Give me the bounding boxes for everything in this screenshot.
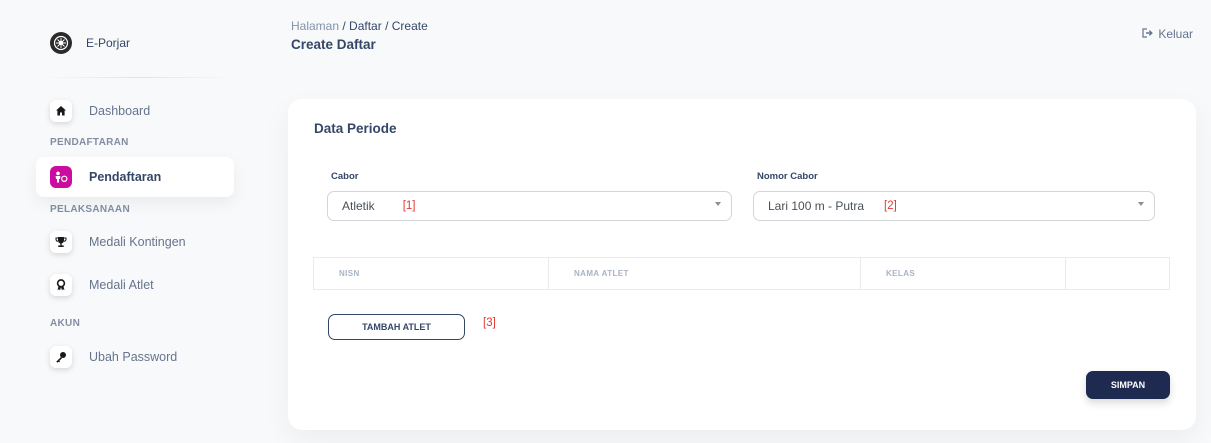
user-register-icon [50, 166, 72, 188]
add-athlete-button[interactable]: TAMBAH ATLET [328, 314, 465, 340]
sidebar-item-pendaftaran[interactable]: Pendaftaran [36, 157, 234, 197]
sidebar-item-medali-kontingen[interactable]: Medali Kontingen [36, 222, 234, 262]
logout-button[interactable]: Keluar [1142, 27, 1193, 41]
save-button[interactable]: SIMPAN [1086, 371, 1170, 399]
table-header-nisn: NISN [314, 258, 549, 289]
sidebar: E-Porjar Dashboard PENDAFTARAN Pendaftar… [0, 0, 250, 443]
table-header-kelas: KELAS [861, 258, 1066, 289]
athlete-table: NISN NAMA ATLET KELAS [313, 257, 1170, 290]
cabor-label: Cabor [331, 171, 359, 182]
breadcrumb-item-daftar[interactable]: Daftar [349, 19, 382, 33]
chevron-down-icon [1138, 202, 1144, 206]
logout-label: Keluar [1158, 27, 1193, 41]
nomor-cabor-label: Nomor Cabor [757, 171, 818, 182]
breadcrumb-separator: / [385, 19, 392, 33]
breadcrumb-item-halaman[interactable]: Halaman [291, 19, 339, 33]
trophy-icon [50, 231, 72, 253]
cabor-value: Atletik [342, 199, 375, 213]
marker-3: [3] [483, 317, 496, 329]
section-label-pelaksanaan: PELAKSANAAN [50, 204, 130, 215]
cabor-select[interactable]: Atletik [1] [327, 191, 732, 221]
brand[interactable]: E-Porjar [50, 30, 130, 56]
table-header-actions [1066, 258, 1169, 289]
nomor-cabor-select[interactable]: Lari 100 m - Putra [2] [753, 191, 1155, 221]
sidebar-item-label: Dashboard [89, 104, 151, 118]
brand-name: E-Porjar [86, 36, 131, 50]
emblem-icon [50, 32, 72, 54]
marker-1: [1] [402, 200, 416, 212]
medal-icon [50, 274, 72, 296]
sign-out-icon [1142, 27, 1154, 41]
sidebar-item-label: Medali Kontingen [89, 235, 186, 249]
divider [42, 77, 237, 78]
section-label-akun: AKUN [50, 318, 81, 329]
sidebar-item-ubah-password[interactable]: Ubah Password [36, 337, 234, 377]
marker-2: [2] [884, 200, 897, 212]
sidebar-item-dashboard[interactable]: Dashboard [36, 91, 234, 131]
sidebar-item-label: Medali Atlet [89, 278, 154, 292]
sidebar-item-label: Pendaftaran [89, 170, 162, 184]
sidebar-item-medali-atlet[interactable]: Medali Atlet [36, 265, 234, 305]
page-title: Create Daftar [291, 37, 376, 52]
breadcrumb-item-create: Create [391, 19, 428, 33]
table-header-nama-atlet: NAMA ATLET [549, 258, 861, 289]
form-title: Data Periode [314, 121, 397, 136]
sidebar-item-label: Ubah Password [89, 350, 178, 364]
chevron-down-icon [715, 202, 721, 206]
key-icon [50, 346, 72, 368]
form-card: Data Periode Cabor Atletik [1] Nomor Cab… [288, 99, 1196, 430]
breadcrumb: Halaman / Daftar / Create [291, 19, 428, 33]
nomor-cabor-value: Lari 100 m - Putra [768, 199, 865, 213]
home-icon [50, 100, 72, 122]
section-label-pendaftaran: PENDAFTARAN [50, 137, 129, 148]
